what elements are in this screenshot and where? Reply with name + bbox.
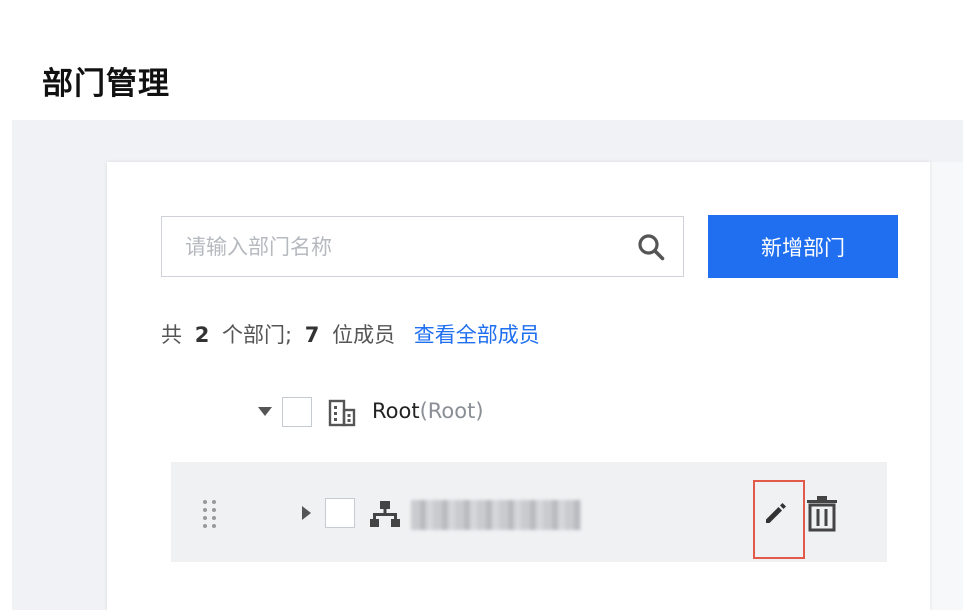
pencil-icon[interactable] [763, 500, 789, 526]
building-icon [328, 399, 356, 427]
org-chart-icon [370, 501, 400, 527]
department-card: 新增部门 共 2 个部门; 7 位成员 查看全部成员 Root(Root) [107, 162, 930, 610]
summary-prefix: 共 [161, 323, 182, 347]
search-input[interactable] [162, 217, 622, 276]
summary-member-unit: 位成员 [332, 323, 396, 347]
summary-department-unit: 个部门; [222, 323, 293, 347]
member-count: 7 [304, 323, 320, 347]
tree-node-child[interactable] [171, 462, 887, 562]
page-title: 部门管理 [42, 66, 170, 102]
trash-icon[interactable] [805, 496, 839, 532]
root-department-label: Root(Root) [372, 399, 484, 423]
search-box [161, 216, 684, 277]
side-panel-edge [930, 162, 963, 610]
search-icon[interactable] [637, 233, 665, 261]
root-tag: (Root) [419, 399, 484, 423]
department-summary: 共 2 个部门; 7 位成员 查看全部成员 [161, 319, 540, 349]
root-department-name: Root [372, 399, 420, 423]
child-checkbox[interactable] [325, 498, 355, 528]
department-count: 2 [194, 323, 210, 347]
expand-caret-icon[interactable] [302, 506, 311, 520]
collapse-caret-icon[interactable] [258, 407, 272, 416]
department-name [411, 500, 581, 530]
view-all-members-link[interactable]: 查看全部成员 [414, 323, 540, 347]
root-checkbox[interactable] [282, 397, 312, 427]
drag-handle-icon[interactable] [201, 498, 219, 530]
page-header: 部门管理 [12, 12, 963, 120]
add-department-button[interactable]: 新增部门 [708, 215, 898, 278]
tree-node-root[interactable]: Root(Root) [255, 394, 655, 428]
